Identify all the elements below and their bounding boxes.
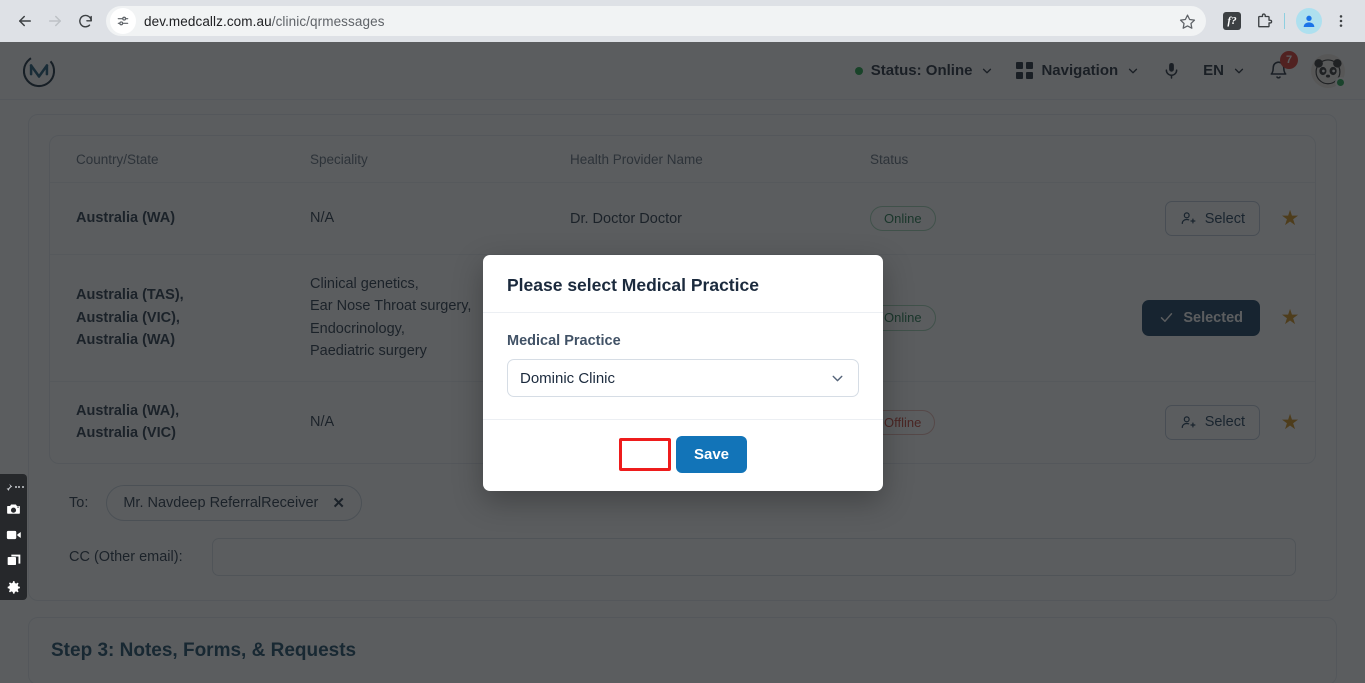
screenshot-camera-icon: [7, 504, 20, 514]
modal-footer: Save: [483, 420, 883, 491]
person-glyph-icon: [1303, 15, 1315, 27]
site-settings-button[interactable]: [110, 8, 136, 34]
three-dot-menu-icon: [1339, 15, 1343, 27]
medical-practice-select[interactable]: Dominic Clinic: [507, 359, 859, 397]
back-button[interactable]: [10, 6, 40, 36]
forward-button[interactable]: [40, 6, 70, 36]
save-button[interactable]: Save: [675, 436, 748, 473]
handle-dots-icon: [14, 486, 24, 488]
forward-arrow-icon: [49, 15, 61, 27]
window-capture-icon: [7, 554, 20, 565]
star-icon: [1179, 13, 1195, 29]
video-record-button[interactable]: [0, 522, 27, 548]
address-bar[interactable]: dev.medcallz.com.au/clinic/qrmessages: [106, 6, 1206, 36]
profile-avatar-icon: [1296, 8, 1322, 34]
pin-icon: [5, 483, 12, 492]
settings-gear-icon: [7, 580, 20, 594]
profile-button[interactable]: [1295, 7, 1323, 35]
modal-header: Please select Medical Practice: [483, 255, 883, 313]
screen-recorder-toolbar: [0, 474, 27, 600]
back-arrow-icon: [19, 15, 31, 27]
reload-button[interactable]: [70, 6, 100, 36]
medical-practice-modal: Please select Medical Practice Medical P…: [483, 255, 883, 491]
bookmark-button[interactable]: [1174, 8, 1200, 34]
url-path: /clinic/qrmessages: [271, 13, 385, 29]
medical-practice-label: Medical Practice: [507, 333, 621, 349]
cancel-button[interactable]: [618, 438, 671, 471]
screenshot-camera-button[interactable]: [0, 496, 27, 522]
modal-title: Please select Medical Practice: [507, 275, 759, 295]
window-capture-button[interactable]: [0, 548, 27, 574]
chevron-down-icon: [832, 375, 843, 381]
url-text: dev.medcallz.com.au/clinic/qrmessages: [144, 14, 385, 29]
screenshot-root: dev.medcallz.com.au/clinic/qrmessages f?: [0, 0, 1365, 683]
medical-practice-selected-value: Dominic Clinic: [520, 369, 616, 387]
reload-icon: [78, 14, 92, 27]
settings-gear-button[interactable]: [0, 574, 27, 600]
browser-toolbar: dev.medcallz.com.au/clinic/qrmessages f?: [0, 0, 1365, 42]
extension-button-1[interactable]: f?: [1218, 7, 1246, 35]
extension-badge-label: f?: [1223, 12, 1241, 30]
chrome-menu-button[interactable]: [1327, 7, 1355, 35]
video-record-icon: [6, 530, 21, 540]
toolbar-divider: [1284, 13, 1285, 29]
extensions-button[interactable]: [1250, 7, 1278, 35]
url-domain: dev.medcallz.com.au: [144, 13, 272, 29]
drag-handle-icon[interactable]: [4, 478, 24, 496]
modal-body: Medical Practice Dominic Clinic: [483, 313, 883, 420]
site-settings-icon: [117, 16, 129, 26]
extensions-puzzle-icon: [1258, 13, 1273, 28]
